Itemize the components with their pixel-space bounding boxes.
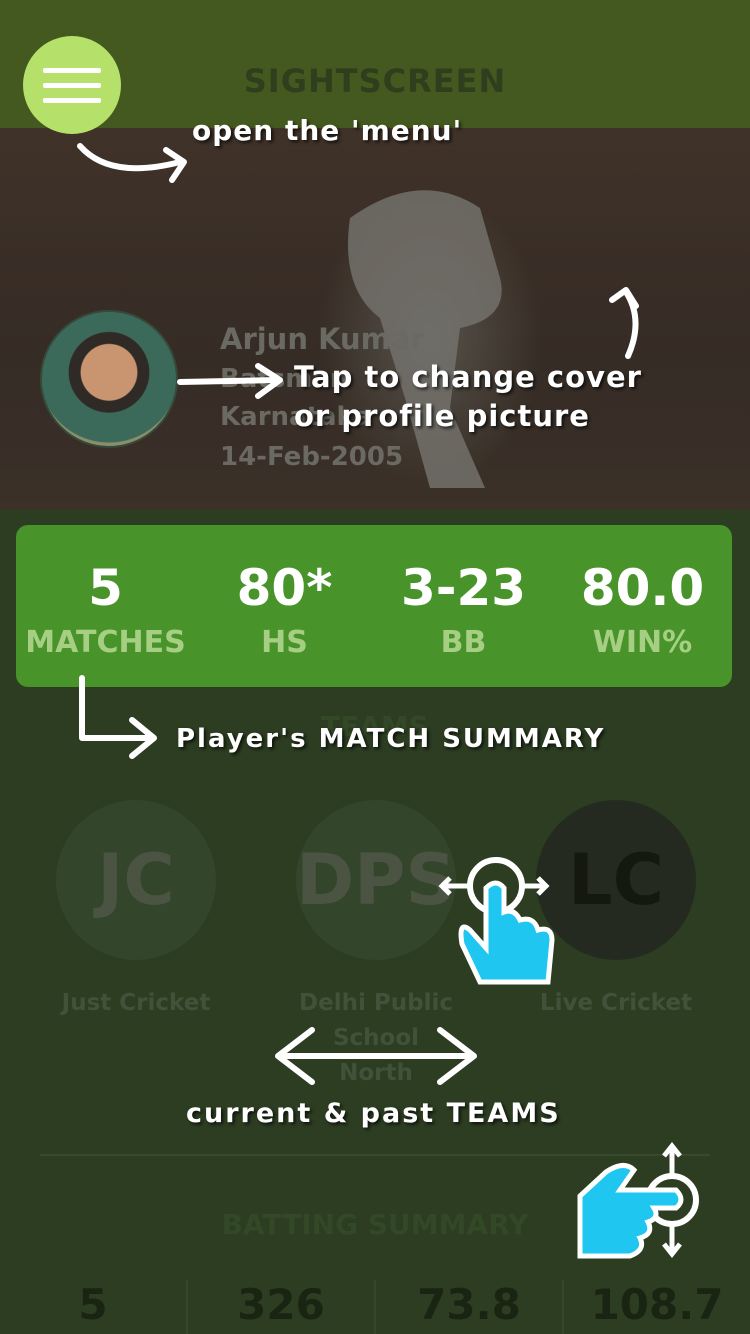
menu-icon-bar: [43, 67, 101, 73]
menu-annotation: open the 'menu': [192, 114, 463, 147]
team-item-live-cricket[interactable]: LC Live Cricket: [536, 800, 696, 1021]
cover-annotation: Tap to change cover or profile picture: [294, 358, 642, 436]
summary-annotation: Player's MATCH SUMMARY: [176, 724, 606, 754]
teams-annotation: current & past TEAMS: [186, 1098, 561, 1129]
stat-label: BB: [440, 625, 487, 660]
team-logo: JC: [56, 800, 216, 960]
menu-icon-bar: [43, 97, 101, 103]
stat-win-percent: 80.0 WIN%: [553, 525, 732, 687]
stat-label: WIN%: [592, 625, 693, 660]
team-item-just-cricket[interactable]: JC Just Cricket: [56, 800, 216, 1021]
team-name: Delhi Public School North: [299, 990, 453, 1086]
stat-value: 3-23: [400, 559, 527, 617]
batting-value: 326: [186, 1280, 374, 1334]
team-logo: DPS: [296, 800, 456, 960]
section-divider: [40, 1154, 710, 1156]
menu-button[interactable]: [23, 36, 121, 134]
stat-label: HS: [261, 625, 308, 660]
batting-value: 108.7: [562, 1280, 750, 1334]
stat-matches: 5 MATCHES: [16, 525, 195, 687]
cover-annotation-line1: Tap to change cover: [294, 360, 642, 394]
stat-high-score: 80* HS: [195, 525, 374, 687]
stat-best-bowling: 3-23 BB: [374, 525, 553, 687]
stat-label: MATCHES: [25, 625, 186, 660]
cover-annotation-line2: or profile picture: [294, 399, 590, 433]
batting-summary-row: 5 326 73.8 108.7: [0, 1280, 750, 1334]
team-name: Live Cricket: [539, 990, 693, 1016]
stat-value: 80*: [236, 559, 333, 617]
profile-picture[interactable]: [40, 310, 178, 448]
batting-value: 73.8: [374, 1280, 562, 1334]
team-logo: LC: [536, 800, 696, 960]
batting-summary-title: BATTING SUMMARY: [221, 1208, 529, 1241]
profile-name: Arjun Kumar: [220, 322, 425, 356]
match-summary-card: 5 MATCHES 80* HS 3-23 BB 80.0 WIN%: [16, 525, 732, 687]
menu-icon-bar: [43, 82, 101, 88]
team-item-dps[interactable]: DPS Delhi Public School North: [296, 800, 456, 1091]
profile-dob: 14-Feb-2005: [220, 442, 404, 472]
stat-value: 80.0: [580, 559, 705, 617]
batting-value: 5: [78, 1280, 108, 1329]
team-name: Just Cricket: [61, 990, 211, 1016]
stat-value: 5: [88, 559, 123, 617]
